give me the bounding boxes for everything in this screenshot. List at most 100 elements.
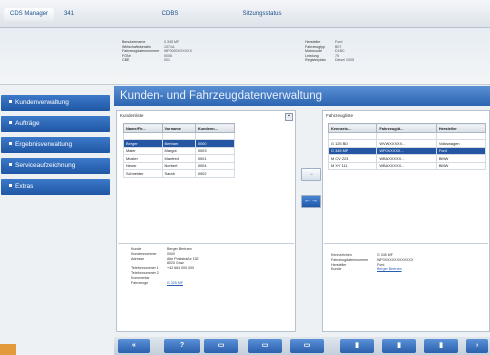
customer-panel: Kundenliste ▪ Name/Fir... Vorname Kunden… bbox=[116, 110, 296, 332]
column-header[interactable]: Vorname bbox=[161, 123, 196, 133]
cell: 0002 bbox=[194, 169, 236, 178]
cell: BMW bbox=[435, 154, 487, 163]
column-header[interactable]: Fahrzeugid... bbox=[376, 123, 437, 133]
customer-table: Name/Fir... Vorname Kundenn... Berger Ber… bbox=[123, 123, 236, 178]
sidebar-item-label: Ergebnisverwaltung bbox=[15, 141, 73, 148]
table-row[interactable]: M XY 111 WBAXXXXX... BMW bbox=[327, 161, 487, 170]
cell: Sarah bbox=[161, 169, 196, 178]
vehicle-info-header: Benutzername 0.345 MF Wirtschaftsberatin 1… bbox=[0, 28, 490, 85]
info-left: Benutzername 0.345 MF Wirtschaftsberatin 1… bbox=[122, 40, 192, 63]
table-row[interactable]: Neuer Norbert 0004 bbox=[123, 161, 236, 170]
tool-button-6[interactable]: ▮ bbox=[424, 339, 458, 353]
vehicle-details: Kennzeichen G 345 MF Fahrzeugdatennummer W… bbox=[331, 253, 413, 272]
customer-link[interactable]: Berger Bertram bbox=[377, 267, 402, 272]
sidebar-item-label: Serviceaufzeichnung bbox=[15, 162, 76, 169]
document-icon: ▭ bbox=[303, 342, 311, 349]
assign-button[interactable]: → bbox=[301, 168, 321, 181]
page-title-bar: Kunden- und Fahrzeugdatenverwaltung bbox=[114, 86, 490, 106]
document-icon: ▭ bbox=[261, 342, 269, 349]
table-row[interactable]: Muster Manfred 0001 bbox=[123, 154, 236, 163]
vehicle-list-title: Fahrzeugliste bbox=[326, 113, 354, 118]
back-button[interactable]: « bbox=[118, 339, 150, 353]
sidebar-item-label: Kundenverwaltung bbox=[15, 99, 69, 106]
cell: WVWXXXXX... bbox=[376, 139, 437, 148]
help-icon: ? bbox=[179, 342, 185, 349]
sidebar-item-extras[interactable]: Extras bbox=[1, 179, 110, 195]
bullet-icon bbox=[9, 163, 12, 166]
swap-button[interactable]: ←→ bbox=[301, 195, 321, 208]
cell: Berger bbox=[123, 139, 163, 148]
filter-row[interactable] bbox=[327, 132, 487, 140]
cell: 0004 bbox=[194, 161, 236, 170]
customer-panel-menu-icon[interactable]: ▪ bbox=[285, 113, 293, 121]
info-value: 001 bbox=[164, 58, 170, 63]
detail-key: Fahrzeuge bbox=[131, 280, 149, 285]
tab-cdbs[interactable]: CDBS bbox=[150, 8, 190, 21]
tool-button-5[interactable]: ▮ bbox=[382, 339, 416, 353]
customer-list-title: Kundenliste bbox=[120, 113, 144, 118]
chevron-right-icon: › bbox=[475, 342, 479, 349]
cell: M CV 223 bbox=[327, 154, 378, 163]
cell: Neuer bbox=[123, 161, 163, 170]
sidebar-item-kundenverwaltung[interactable]: Kundenverwaltung bbox=[1, 95, 110, 111]
save-icon: ▮ bbox=[397, 342, 401, 349]
sidebar-item-ergebnisverwaltung[interactable]: Ergebnisverwaltung bbox=[1, 137, 110, 153]
column-header[interactable]: Kundenn... bbox=[194, 123, 236, 133]
cell: 0001 bbox=[194, 154, 236, 163]
corner-indicator bbox=[0, 344, 16, 355]
bullet-icon bbox=[9, 142, 12, 145]
tool-button-2[interactable]: ▭ bbox=[248, 339, 282, 353]
info-key: CBE bbox=[122, 58, 130, 63]
tool-button-4[interactable]: ▮ bbox=[340, 339, 374, 353]
page-title: Kunden- und Fahrzeugdatenverwaltung bbox=[120, 90, 323, 102]
sidebar-item-serviceaufzeichnung[interactable]: Serviceaufzeichnung bbox=[1, 158, 110, 174]
cell: Maier bbox=[123, 146, 163, 155]
tab-341[interactable]: 341 bbox=[58, 8, 80, 21]
forward-button[interactable]: › bbox=[466, 339, 488, 353]
cell: 0003 bbox=[194, 146, 236, 155]
print-icon: ▮ bbox=[439, 342, 443, 349]
column-header[interactable]: Kennzeic... bbox=[327, 123, 378, 133]
detail-key: Kunde bbox=[331, 267, 342, 272]
vehicle-link[interactable]: G 325 MF bbox=[167, 281, 183, 286]
info-value: Diesel 2005 bbox=[335, 58, 354, 63]
cell: WF0XXXXX... bbox=[376, 146, 437, 155]
table-row[interactable]: G 345 MF WF0XXXXX... Ford bbox=[327, 146, 487, 155]
vehicle-table: Kennzeic... Fahrzeugid... Hersteller G 1… bbox=[327, 123, 487, 170]
table-row[interactable]: Berger Bertram 0000 bbox=[123, 139, 236, 148]
bullet-icon bbox=[9, 184, 12, 187]
table-row[interactable]: G 125 BD WVWXXXXX... Volkswagen bbox=[327, 139, 487, 148]
cell: Muster bbox=[123, 154, 163, 163]
cell: Volkswagen bbox=[435, 139, 487, 148]
table-row[interactable]: M CV 223 WBAXXXXX... BMW bbox=[327, 154, 487, 163]
detail-value: +43 664 000 000 bbox=[167, 266, 195, 271]
info-right: Hersteller Ford Fahrzeugtyp B07 Motorcode D… bbox=[305, 40, 354, 63]
table-row[interactable]: Maier Margot 0003 bbox=[123, 146, 236, 155]
sidebar-item-label: Aufträge bbox=[15, 120, 40, 127]
cell: G 125 BD bbox=[327, 139, 378, 148]
customer-details: Kunde Berger Bertram Kundennummer 0000 Adr… bbox=[131, 247, 199, 285]
tool-button-3[interactable]: ▭ bbox=[290, 339, 324, 353]
bullet-icon bbox=[9, 100, 12, 103]
table-row[interactable]: Schneider Sarah 0002 bbox=[123, 169, 236, 178]
column-header[interactable]: Hersteller bbox=[435, 123, 487, 133]
cell: G 345 MF bbox=[327, 146, 378, 155]
help-button[interactable]: ? bbox=[164, 339, 200, 353]
tab-cds-manager[interactable]: CDS Manager bbox=[4, 8, 54, 21]
bullet-icon bbox=[9, 121, 12, 124]
tool-button-1[interactable]: ▭ bbox=[204, 339, 238, 353]
document-icon: ▭ bbox=[217, 342, 225, 349]
tab-sitzungsstatus[interactable]: Sitzungsstatus bbox=[226, 8, 298, 21]
cell: Schneider bbox=[123, 169, 163, 178]
save-icon: ▮ bbox=[355, 342, 359, 349]
cell: Norbert bbox=[161, 161, 196, 170]
filter-row[interactable] bbox=[123, 132, 236, 140]
sidebar-item-auftraege[interactable]: Aufträge bbox=[1, 116, 110, 132]
vehicle-panel: Fahrzeugliste Kennzeic... Fahrzeugid... … bbox=[322, 110, 490, 332]
info-key: Registerplatz bbox=[305, 58, 326, 63]
divider bbox=[118, 243, 294, 244]
cell: Margot bbox=[161, 146, 196, 155]
cell: WBAXXXXX... bbox=[376, 154, 437, 163]
column-header[interactable]: Name/Fir... bbox=[123, 123, 163, 133]
sidebar-item-label: Extras bbox=[15, 183, 34, 190]
